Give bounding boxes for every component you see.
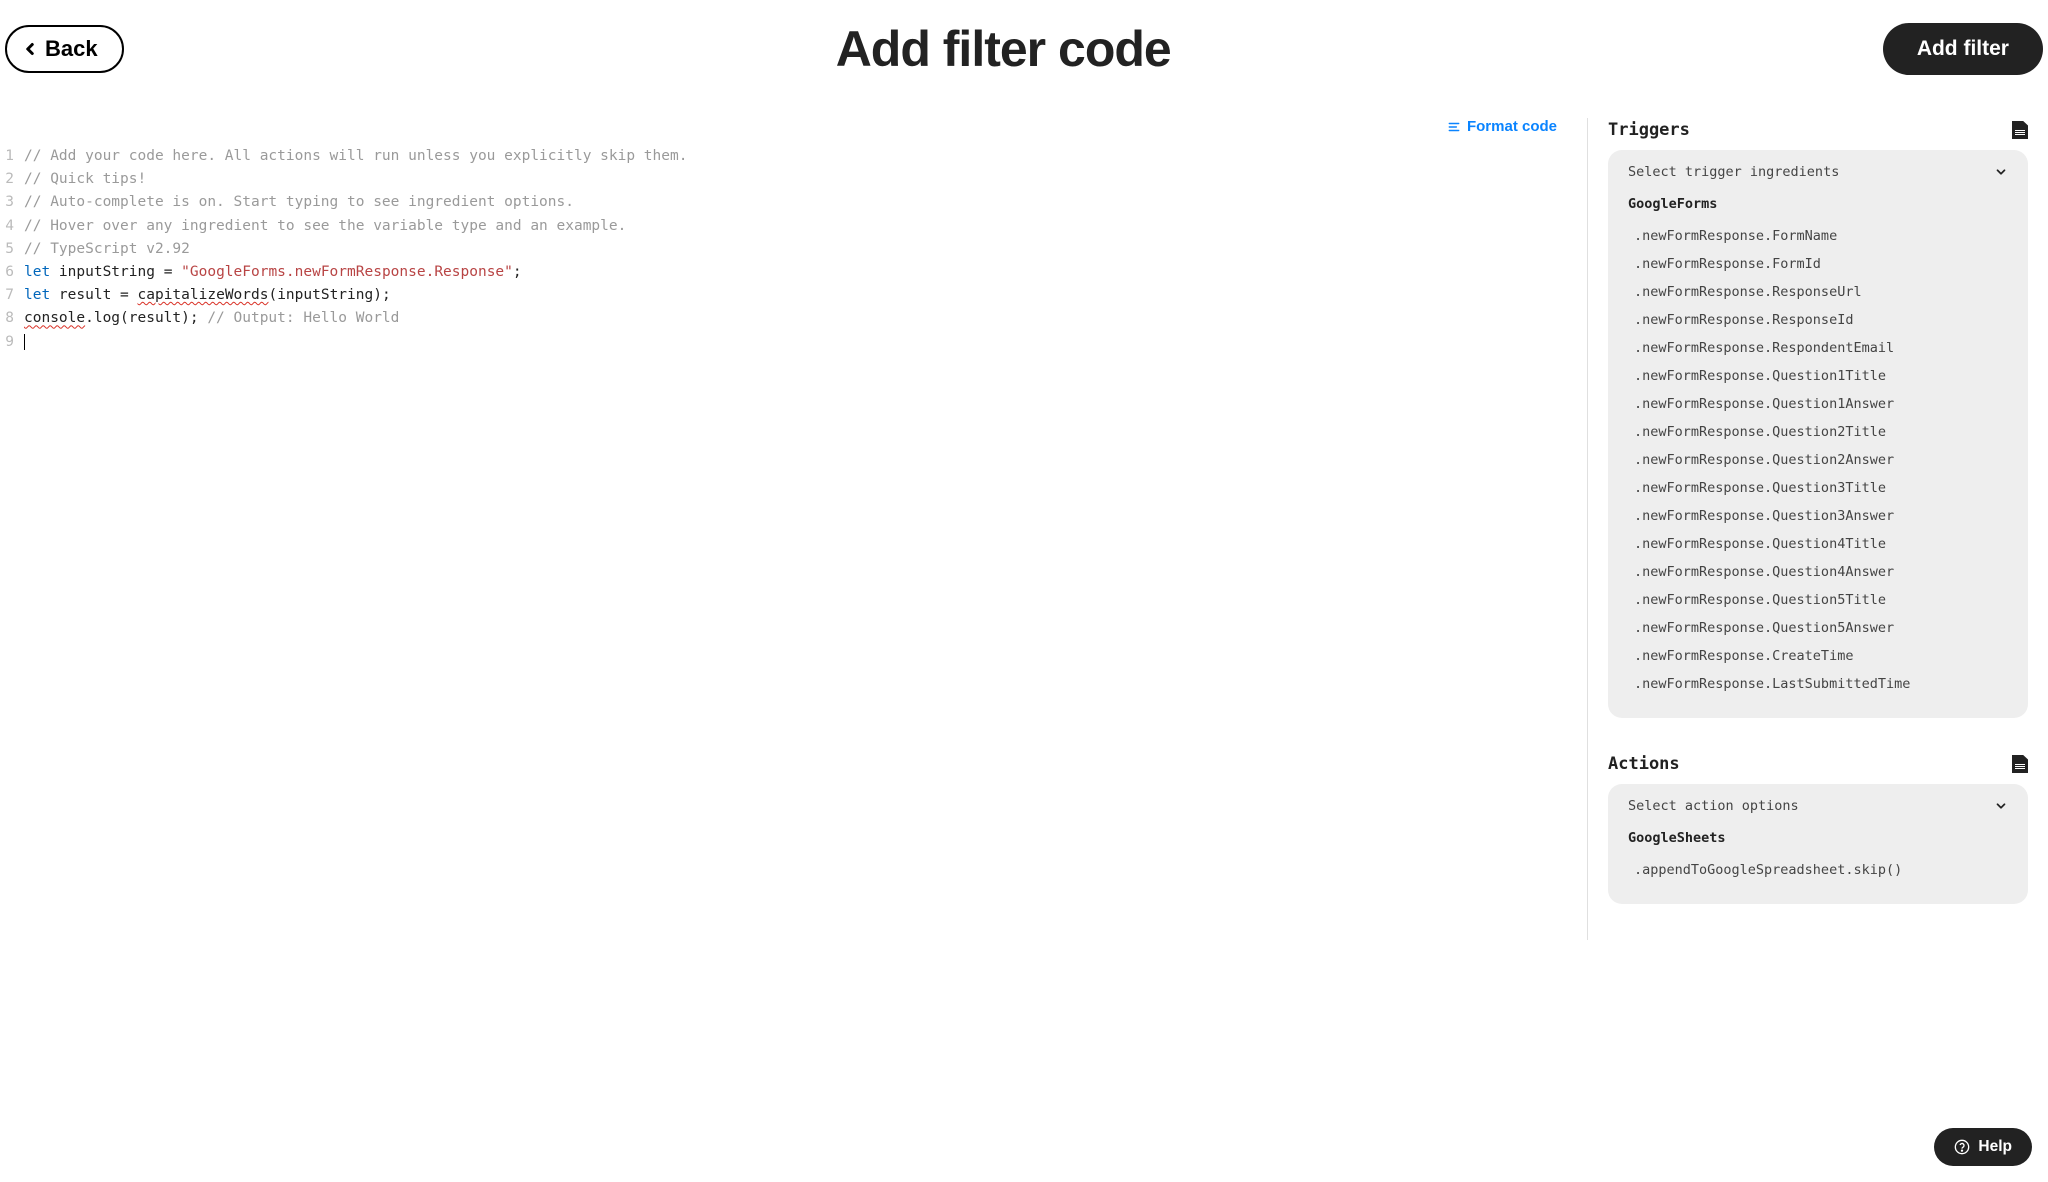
trigger-select-label: Select trigger ingredients: [1628, 164, 1839, 180]
line-number: 5: [0, 238, 24, 261]
action-ingredient-item[interactable]: .appendToGoogleSpreadsheet.skip(): [1628, 856, 2008, 884]
trigger-ingredient-item[interactable]: .newFormResponse.LastSubmittedTime: [1628, 670, 2008, 698]
format-icon: [1447, 120, 1461, 134]
action-ingredient-list: .appendToGoogleSpreadsheet.skip(): [1628, 856, 2008, 884]
code-line[interactable]: // Hover over any ingredient to see the …: [24, 215, 626, 238]
trigger-ingredient-item[interactable]: .newFormResponse.Question5Title: [1628, 586, 2008, 614]
trigger-ingredient-item[interactable]: .newFormResponse.Question1Answer: [1628, 390, 2008, 418]
trigger-ingredient-item[interactable]: .newFormResponse.Question2Title: [1628, 418, 2008, 446]
page-title: Add filter code: [836, 20, 1171, 78]
trigger-ingredient-item[interactable]: .newFormResponse.CreateTime: [1628, 642, 2008, 670]
trigger-group-label: GoogleForms: [1628, 196, 2008, 212]
code-editor-pane: Format code 1// Add your code here. All …: [0, 118, 1588, 940]
chevron-left-icon: [21, 40, 39, 58]
chevron-down-icon: [1994, 165, 2008, 179]
document-icon: [2012, 755, 2028, 773]
line-number: 3: [0, 191, 24, 214]
back-button-label: Back: [45, 36, 98, 62]
trigger-select[interactable]: Select trigger ingredients: [1628, 164, 2008, 180]
back-button[interactable]: Back: [5, 25, 124, 73]
trigger-ingredient-item[interactable]: .newFormResponse.ResponseId: [1628, 306, 2008, 334]
line-number: 7: [0, 284, 24, 307]
line-number: 9: [0, 331, 24, 354]
trigger-ingredient-item[interactable]: .newFormResponse.ResponseUrl: [1628, 278, 2008, 306]
trigger-ingredient-item[interactable]: .newFormResponse.Question1Title: [1628, 362, 2008, 390]
document-icon: [2012, 121, 2028, 139]
help-icon: [1954, 1139, 1970, 1155]
code-line[interactable]: [24, 331, 25, 354]
chevron-down-icon: [1994, 799, 2008, 813]
triggers-heading: Triggers: [1608, 120, 1690, 140]
line-number: 6: [0, 261, 24, 284]
code-line[interactable]: // TypeScript v2.92: [24, 238, 190, 261]
help-button[interactable]: Help: [1934, 1128, 2032, 1166]
code-line[interactable]: // Quick tips!: [24, 168, 146, 191]
code-line[interactable]: // Add your code here. All actions will …: [24, 145, 687, 168]
action-select-label: Select action options: [1628, 798, 1799, 814]
trigger-ingredient-item[interactable]: .newFormResponse.Question2Answer: [1628, 446, 2008, 474]
actions-panel: Select action options GoogleSheets .appe…: [1608, 784, 2028, 904]
line-number: 8: [0, 307, 24, 330]
line-number: 2: [0, 168, 24, 191]
trigger-ingredient-item[interactable]: .newFormResponse.FormId: [1628, 250, 2008, 278]
code-line[interactable]: let result = capitalizeWords(inputString…: [24, 284, 391, 307]
triggers-panel: Select trigger ingredients GoogleForms .…: [1608, 150, 2028, 718]
side-panel: Triggers Select trigger ingredients Goog…: [1588, 118, 2048, 940]
trigger-ingredient-item[interactable]: .newFormResponse.Question3Title: [1628, 474, 2008, 502]
code-line[interactable]: console.log(result); // Output: Hello Wo…: [24, 307, 399, 330]
trigger-ingredient-item[interactable]: .newFormResponse.Question3Answer: [1628, 502, 2008, 530]
trigger-ingredient-item[interactable]: .newFormResponse.Question4Title: [1628, 530, 2008, 558]
format-code-label: Format code: [1467, 118, 1557, 135]
actions-heading: Actions: [1608, 754, 1680, 774]
code-line[interactable]: // Auto-complete is on. Start typing to …: [24, 191, 574, 214]
code-line[interactable]: let inputString = "GoogleForms.newFormRe…: [24, 261, 522, 284]
trigger-ingredient-list: .newFormResponse.FormName.newFormRespons…: [1628, 222, 2008, 698]
add-filter-button[interactable]: Add filter: [1883, 23, 2043, 75]
text-cursor: [24, 334, 25, 350]
trigger-ingredient-item[interactable]: .newFormResponse.FormName: [1628, 222, 2008, 250]
trigger-ingredient-item[interactable]: .newFormResponse.RespondentEmail: [1628, 334, 2008, 362]
trigger-ingredient-item[interactable]: .newFormResponse.Question5Answer: [1628, 614, 2008, 642]
line-number: 1: [0, 145, 24, 168]
code-editor[interactable]: 1// Add your code here. All actions will…: [0, 145, 1567, 354]
line-number: 4: [0, 215, 24, 238]
help-label: Help: [1978, 1138, 2012, 1156]
action-select[interactable]: Select action options: [1628, 798, 2008, 814]
trigger-ingredient-item[interactable]: .newFormResponse.Question4Answer: [1628, 558, 2008, 586]
format-code-link[interactable]: Format code: [0, 118, 1567, 135]
action-group-label: GoogleSheets: [1628, 830, 2008, 846]
